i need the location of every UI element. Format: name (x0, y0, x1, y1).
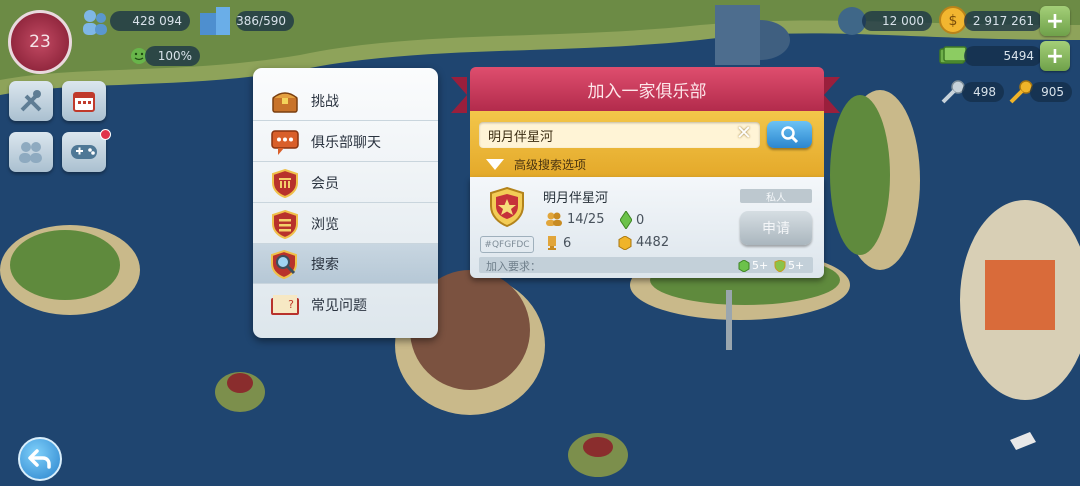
requirement-other-value: 5+ (788, 259, 805, 272)
club-menu-panel: 挑战 俱乐部聊天 会员 浏览 搜索 ? 常见问题 (253, 68, 438, 338)
apply-button[interactable]: 申请 (740, 211, 812, 245)
banner-ribbon-right (824, 77, 840, 113)
notification-dot (100, 129, 111, 140)
menu-item-label: 挑战 (311, 93, 339, 110)
menu-item-search[interactable]: 搜索 (253, 244, 438, 284)
wrench-screwdriver-icon (20, 90, 42, 112)
level-badge[interactable]: 23 (8, 10, 72, 74)
club-members-stat: 14/25 (545, 211, 604, 227)
chat-bubble-icon (269, 126, 301, 158)
green-shield-icon (774, 259, 786, 272)
club-name: 明月伴星河 (543, 191, 609, 206)
happiness-counter: 100% (145, 46, 200, 66)
population-counter: 428 094 (110, 11, 190, 31)
green-hexagon-icon (738, 259, 750, 272)
small-simoleon-counter: 12 000 (862, 11, 932, 31)
menu-item-label: 会员 (311, 175, 339, 192)
club-emblem-icon (488, 186, 526, 228)
banner-ribbon-left (451, 77, 467, 113)
search-button[interactable] (767, 121, 812, 148)
svg-text:?: ? (288, 298, 294, 311)
people-group-icon (19, 142, 42, 163)
buy-simoleons-button[interactable]: + (1040, 6, 1070, 36)
requirements-label: 加入要求： (486, 260, 541, 273)
requirement-level-value: 5+ (752, 259, 769, 272)
green-gem-icon (620, 211, 632, 229)
menu-item-label: 浏览 (311, 216, 339, 233)
game-controller-button[interactable] (62, 132, 106, 172)
capacity-counter: 386/590 (236, 11, 294, 31)
rank-value: 6 (563, 235, 572, 251)
club-id-tag: #QFGFDC (480, 236, 534, 253)
requirement-level: 5+ (738, 259, 768, 272)
energy-value: 0 (636, 212, 645, 228)
faq-book-icon: ? (269, 289, 301, 321)
clear-search-icon[interactable]: ✕ (736, 122, 752, 144)
gold-key-counter: 905 (1030, 82, 1072, 102)
capacity-building-icon (196, 5, 236, 37)
gold-hexagon-icon (618, 235, 632, 250)
club-rank-stat: 6 (545, 235, 571, 251)
privacy-badge: 私人 (740, 189, 812, 204)
dialog-title: 加入一家俱乐部 (470, 67, 824, 111)
search-icon (780, 125, 798, 143)
back-arrow-icon (28, 449, 51, 469)
points-value: 4482 (636, 235, 670, 250)
search-input-value: 明月伴星河 (488, 130, 554, 145)
expand-triangle-icon (486, 159, 504, 170)
population-icon (80, 8, 110, 36)
menu-item-label: 俱乐部聊天 (311, 134, 381, 151)
calendar-button[interactable] (62, 81, 106, 121)
menu-item-label: 搜索 (311, 256, 339, 273)
rank-trophy-icon (545, 235, 559, 251)
svg-text:$: $ (949, 13, 958, 29)
advanced-search-label: 高级搜索选项 (514, 158, 587, 172)
silver-key-counter: 498 (962, 82, 1004, 102)
menu-item-club-chat[interactable]: 俱乐部聊天 (253, 122, 438, 162)
requirement-other: 5+ (774, 259, 804, 272)
menu-item-challenge[interactable]: 挑战 (253, 81, 438, 121)
magnifier-shield-icon (269, 248, 301, 280)
back-button[interactable] (18, 437, 62, 481)
club-points-stat: 4482 (618, 235, 669, 250)
club-energy-stat: 0 (620, 211, 644, 229)
members-icon (545, 211, 563, 227)
menu-item-label: 常见问题 (311, 298, 367, 314)
members-value: 14/25 (567, 211, 605, 227)
simcash-counter: 5494 (964, 46, 1042, 66)
build-tools-button[interactable] (9, 81, 53, 121)
calendar-icon (73, 92, 95, 112)
simoleon-counter: 2 917 261 (964, 11, 1042, 31)
advanced-search-toggle[interactable]: 高级搜索选项 (486, 156, 586, 173)
treasure-chest-icon (269, 85, 301, 117)
buy-simcash-button[interactable]: + (1040, 41, 1070, 71)
gamepad-icon (71, 145, 97, 159)
shield-list-icon (269, 208, 301, 240)
menu-item-faq[interactable]: ? 常见问题 (253, 285, 438, 325)
shield-bank-icon (269, 167, 301, 199)
menu-item-members[interactable]: 会员 (253, 163, 438, 203)
menu-item-browse[interactable]: 浏览 (253, 204, 438, 244)
club-button[interactable] (9, 132, 53, 172)
